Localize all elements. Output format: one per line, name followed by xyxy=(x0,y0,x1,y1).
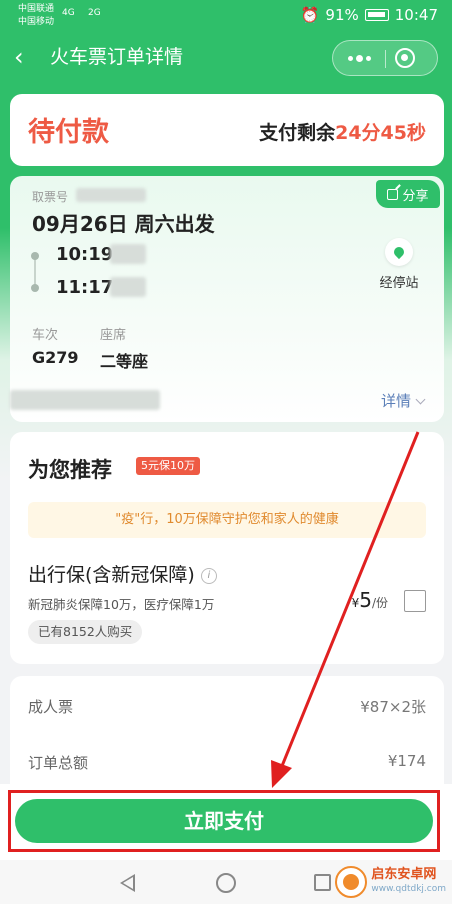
stops-label: 经停站 xyxy=(379,276,419,291)
details-toggle[interactable]: 详情 xyxy=(380,390,426,411)
status-right: ⏰ 91% 10:47 xyxy=(301,6,438,24)
stops-button[interactable]: 经停站 xyxy=(374,238,424,291)
details-label: 详情 xyxy=(380,392,411,410)
signal-2-icon: 2G xyxy=(88,8,101,18)
back-icon[interactable]: ‹ xyxy=(14,44,40,70)
departure-time: 10:19 xyxy=(56,244,114,265)
departure-date: 09月26日 周六出发 xyxy=(32,212,215,236)
share-label: 分享 xyxy=(402,188,429,204)
carrier-1: 中国联通 xyxy=(18,4,55,14)
product-price: ¥5/份 xyxy=(352,588,388,612)
share-icon xyxy=(387,188,399,200)
payment-countdown: 支付剩余24分45秒 xyxy=(259,118,426,145)
insurance-checkbox[interactable] xyxy=(404,590,426,612)
signal-1-icon: 4G xyxy=(62,8,75,18)
close-mini-program-icon[interactable] xyxy=(395,48,415,68)
watermark: 启东安卓网 www.qdtdkj.com xyxy=(335,864,446,900)
pay-bar: 立即支付 xyxy=(0,784,452,860)
purchase-count-badge: 已有8152人购买 xyxy=(28,620,143,644)
carrier-info: 中国联通 中国移动 xyxy=(18,3,54,29)
chevron-down-icon xyxy=(415,394,426,405)
nav-bar: ‹ 火车票订单详情 xyxy=(0,34,452,82)
adult-ticket-label: 成人票 xyxy=(28,698,74,716)
train-number: G279 xyxy=(32,348,79,367)
adult-ticket-value: ¥87×2张 xyxy=(360,698,426,716)
price-amount: 5 xyxy=(359,588,372,612)
carrier-2: 中国移动 xyxy=(18,17,55,27)
payment-status-card: 待付款 支付剩余24分45秒 xyxy=(10,94,444,166)
train-number-label: 车次 xyxy=(32,328,59,343)
product-name: 出行保(含新冠保障) xyxy=(28,564,195,586)
watermark-logo-icon xyxy=(335,866,368,898)
watermark-cn: 启东安卓网 xyxy=(371,867,437,882)
ticket-card: 分享 取票号 09月26日 周六出发 10:19 11:17 经停站 车次 座席… xyxy=(10,176,444,422)
battery-icon xyxy=(364,9,389,21)
order-total-label: 订单总额 xyxy=(28,754,89,772)
adult-ticket-row: 成人票 ¥87×2张 xyxy=(28,696,426,717)
payment-status: 待付款 xyxy=(28,117,109,148)
countdown-label: 支付剩余 xyxy=(259,122,336,144)
order-total-value: ¥174 xyxy=(387,752,426,770)
clock: 10:47 xyxy=(394,6,438,24)
seat-class: 二等座 xyxy=(100,352,149,371)
arrival-dot xyxy=(31,284,39,292)
pickup-number-redacted xyxy=(76,188,146,202)
order-total-row: 订单总额 ¥174 xyxy=(28,752,426,773)
recommend-title: 为您推荐 xyxy=(28,458,112,482)
location-pin-icon xyxy=(385,238,413,266)
product-description: 新冠肺炎保障10万，医疗保障1万 xyxy=(28,597,215,612)
status-bar: 中国联通 中国移动 4G 2G ⏰ 91% 10:47 xyxy=(0,0,452,34)
arrival-station-redacted xyxy=(110,277,146,297)
departure-station-redacted xyxy=(110,244,146,264)
alarm-icon: ⏰ xyxy=(300,6,320,24)
pay-button-highlight: 立即支付 xyxy=(8,790,440,852)
mini-program-capsule xyxy=(332,40,438,76)
capsule-divider xyxy=(385,50,386,68)
system-back-icon[interactable] xyxy=(120,874,135,892)
pay-now-button[interactable]: 立即支付 xyxy=(15,799,433,843)
info-icon[interactable]: i xyxy=(200,568,217,584)
page-title: 火车票订单详情 xyxy=(50,46,184,68)
watermark-en: www.qdtdkj.com xyxy=(371,884,446,894)
pickup-number-label: 取票号 xyxy=(32,190,69,204)
promo-badge: 5元保10万 xyxy=(136,457,200,475)
system-home-icon[interactable] xyxy=(216,873,236,893)
battery-percent: 91% xyxy=(325,6,359,24)
countdown-time: 24分45秒 xyxy=(335,122,426,144)
passenger-info-redacted xyxy=(10,390,160,410)
insurance-banner: "疫"行，10万保障守护您和家人的健康 xyxy=(28,502,426,538)
product-name-row: 出行保(含新冠保障) i xyxy=(28,560,217,587)
seat-label: 座席 xyxy=(100,328,127,343)
price-unit: /份 xyxy=(371,596,388,610)
arrival-time: 11:17 xyxy=(56,277,114,298)
share-button[interactable]: 分享 xyxy=(376,180,440,208)
system-recents-icon[interactable] xyxy=(314,874,331,891)
watermark-text: 启东安卓网 www.qdtdkj.com xyxy=(371,868,446,896)
recommend-card: 为您推荐 5元保10万 "疫"行，10万保障守护您和家人的健康 出行保(含新冠保… xyxy=(10,432,444,664)
departure-dot xyxy=(31,252,39,260)
more-icon[interactable] xyxy=(333,41,385,75)
